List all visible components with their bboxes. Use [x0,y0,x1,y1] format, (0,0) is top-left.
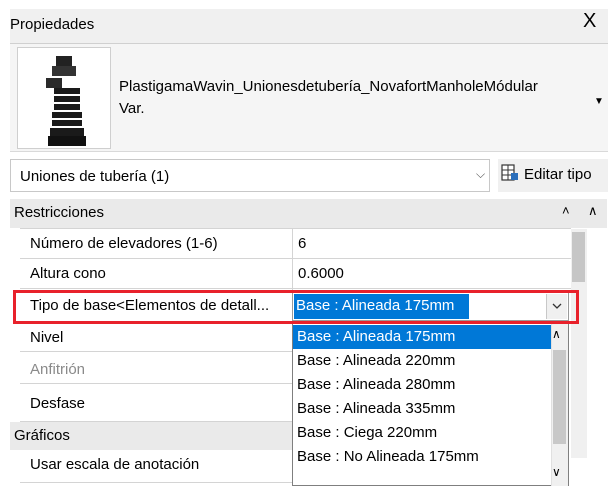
dropdown-scrollbar-thumb[interactable] [553,350,566,444]
scroll-down-icon[interactable]: ∨ [552,465,561,479]
prop-value[interactable]: 6 [298,235,306,252]
prop-value[interactable]: 0.6000 [298,265,344,282]
prop-name: Anfitrión [30,361,86,378]
dropdown-option[interactable]: Base : No Alineada 175mm [293,445,551,469]
category-label: Gráficos [14,427,70,444]
type-name-line2: Var. [119,100,145,117]
grid-scrollbar-thumb[interactable] [572,232,585,282]
category-label: Restricciones [14,204,105,221]
prop-name: Usar escala de anotación [30,456,200,473]
double-chevron-up-icon[interactable]: ˄ [562,203,570,218]
properties-titlebar [10,9,608,44]
prop-name: Número de elevadores (1-6) [30,235,218,252]
dropdown-option[interactable]: Base : Alineada 280mm [293,373,551,397]
prop-name: Altura cono [30,265,106,282]
close-icon[interactable]: X [583,11,596,31]
family-thumbnail [17,47,111,149]
highlight-box [13,290,579,324]
panel-title: Propiedades [10,16,95,33]
edit-type-label: Editar tipo [524,166,592,183]
edit-type-icon [500,163,520,187]
scroll-up-icon[interactable]: ∧ [552,327,561,341]
chevron-down-icon[interactable]: ⌵ [476,167,485,182]
dropdown-option[interactable]: Base : Alineada 220mm [293,349,551,373]
dropdown-option[interactable]: Base : Ciega 220mm [293,421,551,445]
prop-name: Desfase [30,395,86,412]
type-dropdown-arrow-icon[interactable]: ▼ [594,96,604,107]
instance-filter-label: Uniones de tubería (1) [20,168,170,185]
type-name: PlastigamaWavin_Unionesdetubería_Novafor… [119,76,574,120]
prop-name: Nivel [30,329,64,346]
type-name-line1: PlastigamaWavin_Unionesdetubería_Novafor… [119,78,538,95]
scroll-up-icon[interactable]: ∧ [588,203,598,219]
dropdown-option[interactable]: Base : Alineada 175mm [293,325,551,349]
dropdown-option[interactable]: Base : Alineada 335mm [293,397,551,421]
